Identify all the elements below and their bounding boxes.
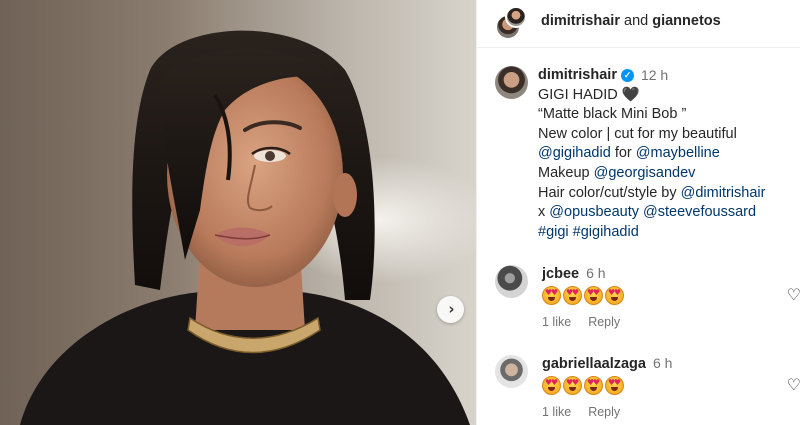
avatar[interactable] bbox=[495, 355, 528, 388]
comment-text bbox=[542, 286, 624, 305]
comment-header: jcbee 6 h bbox=[542, 265, 624, 282]
caption-text: for bbox=[614, 145, 632, 162]
verified-badge-icon: ✓ bbox=[620, 69, 634, 83]
caption-text: x bbox=[538, 204, 546, 221]
avatar[interactable] bbox=[505, 6, 527, 28]
caption-line: Hair color/cut/style by @dimitrishair bbox=[538, 184, 798, 204]
heart-outline-icon[interactable]: ♡ bbox=[787, 285, 800, 304]
comment-like-count[interactable]: 1 like bbox=[542, 405, 571, 419]
caption-username[interactable]: dimitrishair bbox=[538, 66, 617, 86]
heart-eyes-emoji-icon bbox=[542, 286, 561, 305]
authors-joiner: and bbox=[624, 13, 649, 29]
heart-eyes-emoji-icon bbox=[563, 286, 582, 305]
post-header: dimitrishair and giannetos bbox=[477, 0, 800, 48]
heart-eyes-emoji-icon bbox=[584, 376, 603, 395]
comment-like-count[interactable]: 1 like bbox=[542, 315, 571, 329]
mention-link[interactable]: @dimitrishair bbox=[681, 185, 766, 201]
mention-link[interactable]: @maybelline bbox=[636, 145, 720, 161]
heart-eyes-emoji-icon bbox=[563, 376, 582, 395]
caption-header: dimitrishair ✓ 12 h bbox=[538, 66, 798, 86]
heart-eyes-emoji-icon bbox=[605, 286, 624, 305]
caption-line: “Matte black Mini Bob ” bbox=[538, 106, 687, 123]
post-authors: dimitrishair and giannetos bbox=[541, 13, 721, 29]
next-photo-button[interactable]: › bbox=[437, 296, 464, 323]
avatar[interactable] bbox=[495, 66, 528, 99]
caption-timestamp[interactable]: 12 h bbox=[641, 66, 668, 86]
caption-line: @gigihadid for @maybelline bbox=[538, 144, 798, 164]
comment-username[interactable]: jcbee bbox=[542, 266, 579, 282]
heart-outline-icon[interactable]: ♡ bbox=[787, 375, 800, 394]
mention-link[interactable]: @georgisandev bbox=[594, 165, 696, 181]
post-sidebar: dimitrishair and giannetos dimitrishair … bbox=[476, 0, 800, 425]
caption-text: Hair color/cut/style by bbox=[538, 184, 677, 201]
mention-link[interactable]: @gigihadid bbox=[538, 145, 611, 161]
caption-text: Makeup bbox=[538, 164, 590, 181]
hashtag-link[interactable]: #gigihadid bbox=[573, 224, 639, 240]
author-username[interactable]: dimitrishair bbox=[541, 13, 620, 29]
comment-meta: 1 like Reply bbox=[542, 315, 624, 329]
caption-body: dimitrishair ✓ 12 h GIGI HADID 🖤 “Matte … bbox=[538, 66, 798, 242]
heart-eyes-emoji-icon bbox=[605, 376, 624, 395]
caption-line: x @opusbeauty @steevefoussard bbox=[538, 203, 798, 223]
comment-timestamp[interactable]: 6 h bbox=[653, 355, 672, 371]
caption-line: #gigi #gigihadid bbox=[538, 223, 798, 243]
comment-header: gabriellaalzaga 6 h bbox=[542, 355, 672, 372]
chevron-right-icon: › bbox=[448, 300, 455, 318]
caption-title: GIGI HADID 🖤 bbox=[538, 86, 640, 103]
comment-username[interactable]: gabriellaalzaga bbox=[542, 356, 646, 372]
portrait-illustration bbox=[20, 30, 470, 425]
collab-avatars[interactable] bbox=[495, 6, 529, 40]
comment-body: jcbee 6 h 1 like Reply bbox=[542, 265, 624, 329]
comment-meta: 1 like Reply bbox=[542, 405, 672, 419]
post-photo[interactable]: › bbox=[0, 0, 476, 425]
mention-link[interactable]: @steevefoussard bbox=[643, 204, 756, 220]
heart-eyes-emoji-icon bbox=[584, 286, 603, 305]
reply-button[interactable]: Reply bbox=[588, 315, 620, 329]
comment-body: gabriellaalzaga 6 h 1 like Reply bbox=[542, 355, 672, 419]
caption-line: Makeup @georgisandev bbox=[538, 164, 798, 184]
mention-link[interactable]: @opusbeauty bbox=[549, 204, 639, 220]
hashtag-link[interactable]: #gigi bbox=[538, 224, 569, 240]
coauthor-username[interactable]: giannetos bbox=[652, 13, 720, 29]
reply-button[interactable]: Reply bbox=[588, 405, 620, 419]
avatar[interactable] bbox=[495, 265, 528, 298]
comment-timestamp[interactable]: 6 h bbox=[586, 265, 605, 281]
heart-eyes-emoji-icon bbox=[542, 376, 561, 395]
comment-text bbox=[542, 376, 672, 395]
caption-line: New color | cut for my beautiful bbox=[538, 125, 737, 142]
